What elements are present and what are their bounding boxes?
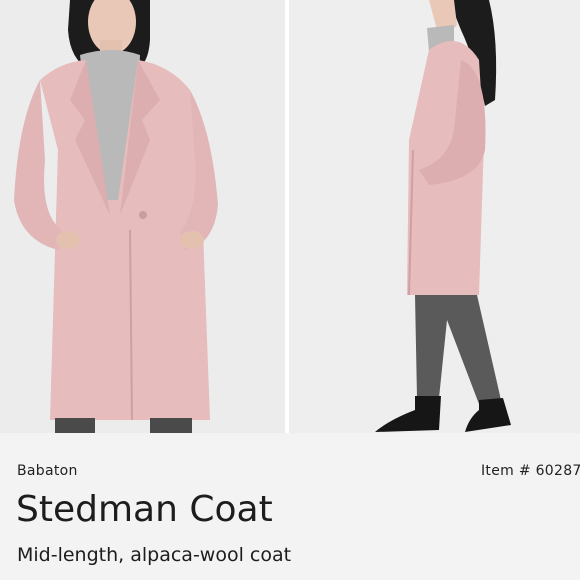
item-number: Item # 60287 bbox=[481, 463, 580, 479]
side-view-illustration bbox=[289, 0, 580, 433]
side-view-photo[interactable] bbox=[289, 0, 580, 433]
product-photos bbox=[0, 0, 580, 433]
front-view-illustration bbox=[0, 0, 285, 433]
front-view-photo[interactable] bbox=[0, 0, 285, 433]
product-info: Babaton Item # 60287 Stedman Coat Mid-le… bbox=[0, 433, 580, 580]
product-title: Stedman Coat bbox=[16, 489, 273, 530]
product-description: Mid-length, alpaca-wool coat bbox=[17, 544, 292, 566]
brand-name[interactable]: Babaton bbox=[17, 463, 78, 479]
